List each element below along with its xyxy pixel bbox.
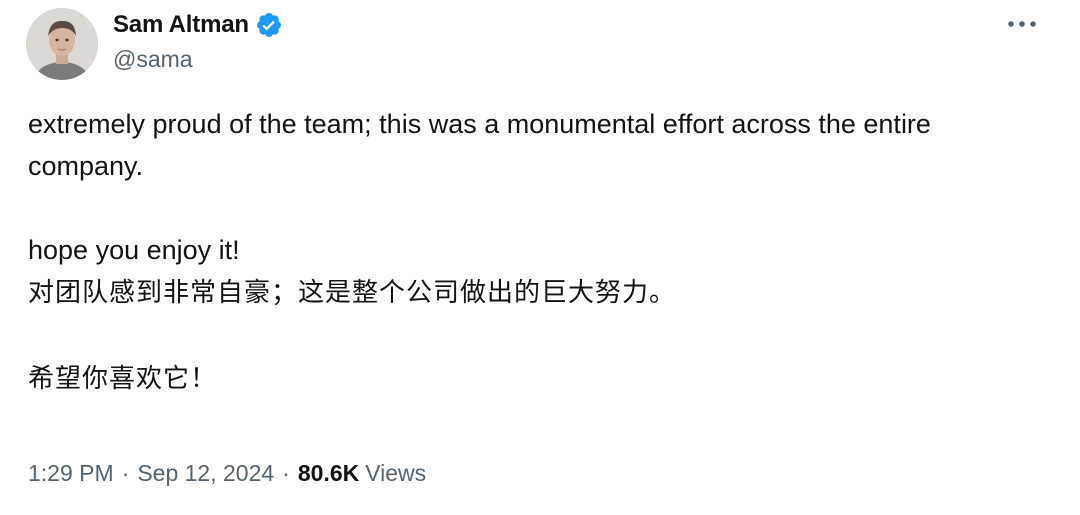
tweet-card: Sam Altman @sama extremely proud of the … bbox=[0, 0, 1080, 515]
tweet-date-link[interactable]: Sep 12, 2024 bbox=[137, 460, 274, 487]
tweet-text: extremely proud of the team; this was a … bbox=[28, 103, 1038, 401]
tweet-line-en-2: hope you enjoy it! bbox=[28, 235, 240, 265]
views-label: Views bbox=[365, 460, 427, 486]
tweet-line-zh-2: 希望你喜欢它！ bbox=[28, 364, 218, 394]
avatar[interactable] bbox=[26, 8, 98, 80]
author-handle[interactable]: @sama bbox=[113, 46, 193, 73]
author-display-name[interactable]: Sam Altman bbox=[113, 11, 249, 39]
verified-badge-icon[interactable] bbox=[255, 11, 283, 39]
views-count: 80.6K bbox=[297, 460, 360, 486]
meta-separator: · bbox=[121, 460, 130, 486]
more-horizontal-icon bbox=[1008, 21, 1036, 27]
tweet-line-zh-1: 对团队感到非常自豪；这是整个公司做出的巨大努力。 bbox=[28, 278, 677, 308]
meta-separator: · bbox=[282, 460, 290, 486]
author-name-row: Sam Altman bbox=[113, 9, 283, 41]
more-options-button[interactable] bbox=[1004, 12, 1040, 36]
tweet-time-link[interactable]: 1:29 PM bbox=[28, 460, 114, 487]
avatar-image bbox=[26, 8, 98, 80]
tweet-line-en-1: extremely proud of the team; this was a … bbox=[28, 109, 931, 181]
tweet-meta: 1:29 PM · Sep 12, 2024 · 80.6K Views bbox=[28, 460, 426, 487]
